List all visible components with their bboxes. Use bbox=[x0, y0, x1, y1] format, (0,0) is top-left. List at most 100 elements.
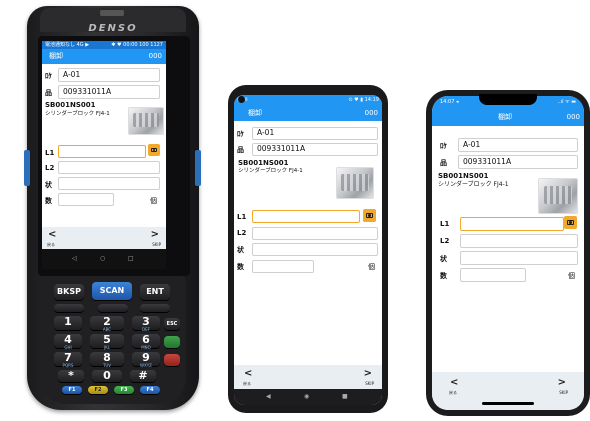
android-screen: ▣ ✉ ⊙ ♥ ▮ 14:19 棚卸 000 ﾛｹ A-01 品 0093310… bbox=[234, 95, 382, 405]
item-label: 品 bbox=[45, 89, 52, 97]
footer-bar: < 戻る > SKIP bbox=[234, 365, 382, 389]
l2-input[interactable] bbox=[252, 227, 378, 240]
status-left: 電池通知なし 4G ▶ bbox=[45, 42, 90, 48]
skip-button[interactable]: > bbox=[151, 230, 159, 240]
location-field[interactable]: A-01 bbox=[58, 68, 160, 82]
item-label: 品 bbox=[440, 159, 447, 167]
key-hash[interactable]: # bbox=[130, 370, 156, 382]
screen-title: 棚卸 bbox=[248, 109, 262, 117]
qty-input[interactable] bbox=[252, 260, 314, 273]
l1-input[interactable] bbox=[252, 210, 360, 223]
key-9[interactable]: 9 WXYZ bbox=[132, 352, 160, 368]
f1-key[interactable]: F1 bbox=[62, 386, 82, 394]
side-scan-button-left[interactable] bbox=[24, 150, 30, 186]
qty-input[interactable] bbox=[460, 268, 526, 282]
qty-label: 数 bbox=[237, 263, 244, 271]
key-1[interactable]: 1 bbox=[54, 316, 82, 330]
key-1-label: 1 bbox=[64, 315, 72, 328]
unit-label: 個 bbox=[368, 263, 375, 271]
location-field[interactable]: A-01 bbox=[252, 127, 378, 140]
screen-title: 棚卸 bbox=[498, 113, 512, 121]
key-0[interactable]: 0 bbox=[92, 370, 122, 382]
back-button[interactable]: < bbox=[48, 230, 56, 240]
part-code: SB001NS001 bbox=[238, 159, 289, 167]
status-right: ..ıl ᯤ ▬ bbox=[557, 99, 576, 105]
nav-back-icon[interactable]: ◀ bbox=[266, 393, 271, 401]
denso-logo: DENSO bbox=[88, 23, 138, 34]
unit-label: 個 bbox=[568, 272, 575, 280]
key-2[interactable]: 2 ABC bbox=[90, 316, 124, 332]
f3-key[interactable]: F3 bbox=[114, 386, 134, 394]
nav-back-icon[interactable]: ◁ bbox=[72, 255, 77, 263]
arrow-right-key[interactable] bbox=[140, 304, 170, 312]
camera-icon[interactable] bbox=[564, 216, 577, 229]
app-bar: 棚卸 000 bbox=[42, 49, 166, 64]
key-4[interactable]: 4 GHI bbox=[54, 334, 82, 350]
scan-key[interactable]: SCAN bbox=[92, 282, 132, 300]
location-label: ﾛｹ bbox=[440, 142, 447, 150]
l1-input[interactable] bbox=[460, 217, 564, 231]
qty-label: 数 bbox=[440, 272, 447, 280]
key-3[interactable]: 3 DEF bbox=[132, 316, 160, 332]
l2-input[interactable] bbox=[460, 234, 578, 248]
status-bar: 電池通知なし 4G ▶ ✱ ♥ 00:00 100 1127 bbox=[42, 41, 166, 49]
screen-title: 棚卸 bbox=[49, 52, 63, 60]
iphone-screen: 14:07 ◂ ..ıl ᯤ ▬ 棚卸 000 ﾛｹ A-01 品 009331… bbox=[432, 96, 584, 410]
back-button[interactable]: < bbox=[450, 378, 458, 388]
item-field[interactable]: 009331011A bbox=[252, 143, 378, 156]
item-field[interactable]: 009331011A bbox=[58, 85, 160, 99]
nav-recent-icon[interactable]: □ bbox=[128, 255, 134, 263]
l1-input[interactable] bbox=[58, 145, 146, 158]
key-star[interactable]: * bbox=[58, 370, 84, 382]
part-image bbox=[128, 107, 164, 135]
count-badge: 000 bbox=[364, 109, 378, 117]
location-field[interactable]: A-01 bbox=[458, 138, 578, 152]
red-key[interactable] bbox=[164, 354, 180, 366]
key-8-sub: TUV bbox=[102, 363, 112, 368]
state-label: 状 bbox=[237, 246, 244, 254]
key-5[interactable]: 5 JKL bbox=[90, 334, 124, 350]
part-code: SB001NS001 bbox=[45, 101, 96, 109]
key-8[interactable]: 8 TUV bbox=[90, 352, 124, 368]
green-key[interactable] bbox=[164, 336, 180, 348]
location-value: A-01 bbox=[63, 70, 81, 79]
iphone-notch bbox=[479, 94, 537, 105]
l2-label: L2 bbox=[440, 237, 450, 245]
l2-input[interactable] bbox=[58, 161, 160, 174]
arrow-up-key[interactable] bbox=[98, 304, 128, 312]
bksp-key[interactable]: BKSP bbox=[54, 284, 84, 300]
skip-label: SKIP bbox=[559, 390, 568, 395]
esc-key[interactable]: ESC bbox=[164, 318, 180, 330]
footer-bar: < 戻る > SKIP bbox=[42, 227, 166, 249]
state-input[interactable] bbox=[252, 243, 378, 256]
key-7[interactable]: 7 PQRS bbox=[54, 352, 82, 368]
unit-label: 個 bbox=[150, 197, 157, 205]
state-input[interactable] bbox=[58, 177, 160, 190]
count-badge: 000 bbox=[148, 52, 162, 60]
camera-icon[interactable] bbox=[148, 144, 160, 156]
skip-label: SKIP bbox=[365, 381, 374, 386]
skip-button[interactable]: > bbox=[364, 369, 372, 379]
f4-key[interactable]: F4 bbox=[140, 386, 160, 394]
qty-input[interactable] bbox=[58, 193, 114, 206]
location-label: ﾛｹ bbox=[237, 130, 244, 138]
nav-home-icon[interactable]: ○ bbox=[100, 255, 105, 263]
f2-key[interactable]: F2 bbox=[88, 386, 108, 394]
state-input[interactable] bbox=[460, 251, 578, 265]
nav-home-icon[interactable]: ◉ bbox=[304, 393, 309, 401]
key-6[interactable]: 6 MNO bbox=[132, 334, 160, 350]
arrow-left-key[interactable] bbox=[54, 304, 84, 312]
item-field[interactable]: 009331011A bbox=[458, 155, 578, 169]
footer-bar: < 戻る > SKIP bbox=[432, 372, 584, 410]
ent-key[interactable]: ENT bbox=[140, 284, 170, 300]
system-nav-bar: ◀ ◉ ■ bbox=[234, 389, 382, 405]
camera-icon[interactable] bbox=[363, 209, 376, 222]
l2-label: L2 bbox=[45, 164, 55, 172]
item-label: 品 bbox=[237, 146, 244, 154]
side-scan-button-right[interactable] bbox=[195, 150, 201, 186]
nav-recent-icon[interactable]: ■ bbox=[342, 393, 348, 401]
key-3-sub: DEF bbox=[142, 327, 150, 332]
home-indicator[interactable] bbox=[482, 402, 534, 405]
skip-button[interactable]: > bbox=[558, 378, 566, 388]
back-button[interactable]: < bbox=[244, 369, 252, 379]
